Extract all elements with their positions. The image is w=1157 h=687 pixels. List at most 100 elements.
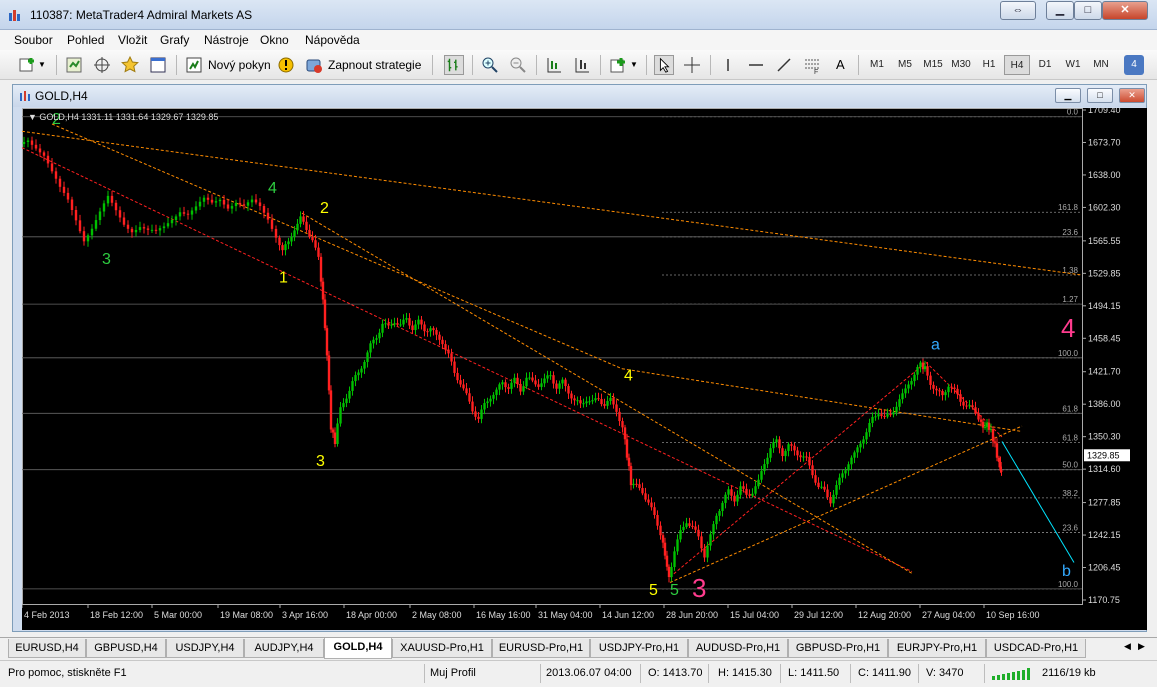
menu-napoveda[interactable]: Nápověda bbox=[305, 33, 360, 47]
timeframe-m1[interactable]: M1 bbox=[864, 55, 890, 75]
menu-vlozit[interactable]: Vložit bbox=[118, 33, 147, 47]
chart-maximize-button[interactable]: □ bbox=[1087, 88, 1113, 103]
tab-gold-h4[interactable]: GOLD,H4 bbox=[324, 638, 392, 659]
y-tick-label: 1314.60 bbox=[1088, 464, 1121, 474]
indicators-dropdown-icon[interactable]: ▼ bbox=[630, 54, 638, 76]
candle-body bbox=[766, 457, 769, 465]
toggle-strategies-button[interactable]: Zapnout strategie bbox=[328, 54, 421, 76]
candle-body bbox=[647, 499, 650, 503]
tab-usdcad-pro-h1[interactable]: USDCAD-Pro,H1 bbox=[986, 639, 1086, 658]
y-tick-label: 1709.40 bbox=[1088, 108, 1121, 115]
cursor-icon[interactable] bbox=[654, 55, 674, 75]
menu-soubor[interactable]: Soubor bbox=[14, 33, 53, 47]
horizontal-line-icon[interactable] bbox=[746, 55, 766, 75]
timeframe-h1[interactable]: H1 bbox=[976, 55, 1002, 75]
timeframe-w1[interactable]: W1 bbox=[1060, 55, 1086, 75]
market-watch-icon[interactable] bbox=[64, 55, 84, 75]
tab-audjpy-h4[interactable]: AUDJPY,H4 bbox=[244, 639, 324, 658]
text-tool-button[interactable]: A bbox=[836, 54, 845, 76]
candle-body bbox=[877, 414, 880, 417]
new-order-icon[interactable] bbox=[184, 55, 204, 75]
vertical-line-icon[interactable] bbox=[718, 55, 738, 75]
tab-eurjpy-pro-h1[interactable]: EURJPY-Pro,H1 bbox=[888, 639, 986, 658]
minimize-button[interactable]: ▁ bbox=[1046, 1, 1074, 20]
crosshair-icon[interactable] bbox=[682, 55, 702, 75]
candle-body bbox=[387, 323, 390, 326]
tab-gbpusd-h4[interactable]: GBPUSD,H4 bbox=[86, 639, 166, 658]
new-chart-dropdown-icon[interactable]: ▼ bbox=[38, 54, 46, 76]
tab-eurusd-h4[interactable]: EURUSD,H4 bbox=[8, 639, 86, 658]
autoscroll-icon[interactable] bbox=[572, 55, 592, 75]
toolbar-separator bbox=[176, 55, 177, 75]
bar-chart-icon[interactable] bbox=[444, 55, 464, 75]
x-tick-label: 18 Apr 00:00 bbox=[346, 610, 397, 620]
trendline-icon[interactable] bbox=[774, 55, 794, 75]
candle-body bbox=[323, 299, 327, 329]
zoom-in-icon[interactable] bbox=[480, 55, 500, 75]
expert-advisor-icon[interactable] bbox=[304, 55, 324, 75]
toolbar: ▼ Nový pokyn Zapnout strategie ▼ F A M1 … bbox=[0, 50, 1157, 80]
status-datetime: 2013.06.07 04:00 bbox=[546, 667, 632, 679]
candle-body bbox=[202, 197, 206, 202]
candle-body bbox=[579, 400, 582, 404]
wave-label: 3 bbox=[692, 573, 706, 603]
menu-grafy[interactable]: Grafy bbox=[160, 33, 189, 47]
candle-body bbox=[82, 231, 86, 242]
timeframe-m30[interactable]: M30 bbox=[948, 55, 974, 75]
tab-usdjpy-pro-h1[interactable]: USDJPY-Pro,H1 bbox=[590, 639, 688, 658]
warning-icon[interactable] bbox=[276, 55, 296, 75]
indicators-icon[interactable] bbox=[608, 55, 628, 75]
x-tick-label: 27 Aug 04:00 bbox=[922, 610, 975, 620]
chart-minimize-button[interactable]: ▁ bbox=[1055, 88, 1081, 103]
candle-body bbox=[468, 393, 471, 402]
timeframe-h4[interactable]: H4 bbox=[1004, 55, 1030, 75]
timeframe-mn[interactable]: MN bbox=[1088, 55, 1114, 75]
fibonacci-icon[interactable]: F bbox=[802, 55, 822, 75]
new-order-button[interactable]: Nový pokyn bbox=[208, 54, 271, 76]
menu-nastroje[interactable]: Nástroje bbox=[204, 33, 249, 47]
candle-body bbox=[336, 423, 339, 445]
candle-body bbox=[814, 475, 817, 483]
candle-body bbox=[354, 375, 357, 382]
maximize-button[interactable]: □ bbox=[1074, 1, 1102, 20]
tabs-scroll-left-icon[interactable]: ◀ bbox=[1124, 641, 1131, 652]
timeframe-d1[interactable]: D1 bbox=[1032, 55, 1058, 75]
tab-usdjpy-h4[interactable]: USDJPY,H4 bbox=[166, 639, 244, 658]
candle-body bbox=[844, 470, 847, 474]
price-chart[interactable]: 0.0 161.8 23.6 1.38 1.27 100.0 61.8 61.8 50.0 38.… bbox=[22, 108, 1147, 630]
favorites-icon[interactable] bbox=[120, 55, 140, 75]
restore-window-button[interactable]: ⇔ bbox=[1000, 1, 1036, 20]
status-low: L: 1411.50 bbox=[788, 667, 840, 679]
candle-body bbox=[414, 324, 417, 331]
candle-body bbox=[54, 171, 58, 179]
tabs-scroll-right-icon[interactable]: ▶ bbox=[1138, 641, 1145, 652]
timeframe-m15[interactable]: M15 bbox=[920, 55, 946, 75]
chart-close-button[interactable]: ✕ bbox=[1119, 88, 1145, 103]
candle-body bbox=[441, 339, 444, 345]
y-tick-label: 1242.15 bbox=[1088, 530, 1121, 540]
candle-body bbox=[42, 152, 46, 156]
tab-eurusd-pro-h1[interactable]: EURUSD-Pro,H1 bbox=[492, 639, 590, 658]
new-chart-icon[interactable] bbox=[18, 55, 38, 75]
status-profile[interactable]: Muj Profil bbox=[430, 667, 476, 679]
menu-pohled[interactable]: Pohled bbox=[67, 33, 104, 47]
candle-body bbox=[495, 389, 498, 395]
candle-body bbox=[399, 324, 402, 326]
candle-body bbox=[656, 514, 659, 526]
candle-body bbox=[333, 432, 337, 445]
terminal-window-icon[interactable] bbox=[148, 55, 168, 75]
zoom-out-icon[interactable] bbox=[508, 55, 528, 75]
toolbar-separator bbox=[56, 55, 57, 75]
chart-shift-icon[interactable] bbox=[544, 55, 564, 75]
candle-body bbox=[432, 328, 435, 330]
tab-audusd-pro-h1[interactable]: AUDUSD-Pro,H1 bbox=[688, 639, 788, 658]
close-button[interactable]: ✕ bbox=[1102, 1, 1148, 20]
tab-gbpusd-pro-h1[interactable]: GBPUSD-Pro,H1 bbox=[788, 639, 888, 658]
period-badge[interactable]: 4 bbox=[1124, 55, 1144, 75]
candle-body bbox=[305, 221, 308, 230]
tab-xauusd-pro-h1[interactable]: XAUUSD-Pro,H1 bbox=[392, 639, 492, 658]
timeframe-m5[interactable]: M5 bbox=[892, 55, 918, 75]
menu-okno[interactable]: Okno bbox=[260, 33, 289, 47]
crosshair-navigator-icon[interactable] bbox=[92, 55, 112, 75]
candle-body bbox=[549, 375, 552, 377]
